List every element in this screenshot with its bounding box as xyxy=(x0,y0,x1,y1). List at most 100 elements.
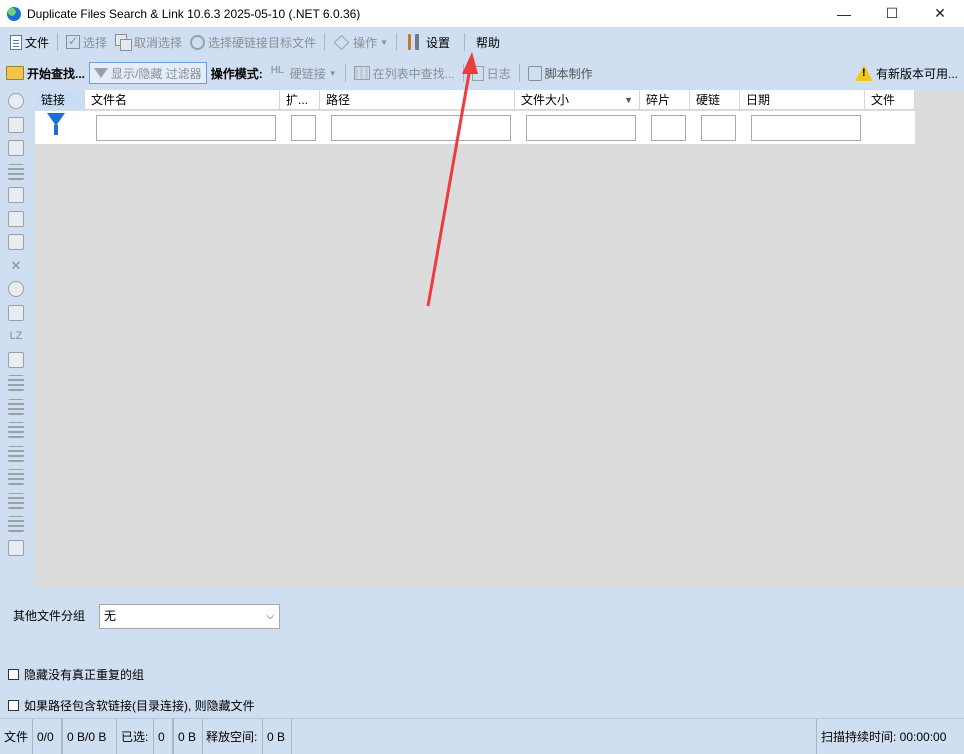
find-in-list-button[interactable]: 在列表中查找... xyxy=(350,61,459,85)
maximize-button[interactable]: ☐ xyxy=(868,0,916,27)
script-icon xyxy=(527,65,542,81)
toolbar-separator xyxy=(344,64,346,82)
sort-desc-icon: ▼ xyxy=(624,95,633,105)
remove-copy-button[interactable] xyxy=(4,137,28,160)
column-header-date[interactable]: 日期 xyxy=(740,90,865,110)
start-search-button[interactable]: 开始查找... xyxy=(2,61,89,85)
column-icon xyxy=(8,469,24,486)
settings-button[interactable]: 设置 xyxy=(401,30,454,54)
select-button[interactable]: 选择 xyxy=(62,30,111,54)
column-header-file[interactable]: 文件 xyxy=(865,90,915,110)
eye-button[interactable] xyxy=(4,90,28,113)
hardlink-mode-dropdown[interactable]: HL 硬链接 ▼ xyxy=(267,61,341,85)
update-available-label: 有新版本可用... xyxy=(875,66,958,81)
path-filter-input[interactable] xyxy=(331,115,511,141)
fragments-filter-input[interactable] xyxy=(651,115,686,141)
toolbar-separator xyxy=(324,33,326,51)
delete-button[interactable]: ✕ xyxy=(4,255,28,278)
toolbar-separator xyxy=(396,33,397,51)
column-icon xyxy=(8,422,24,439)
toggle-filter-button[interactable]: 显示/隐藏 过滤器 xyxy=(89,62,207,84)
operations-dropdown[interactable]: 操作 ▼ xyxy=(329,30,392,54)
copy-dropdown-button[interactable] xyxy=(4,349,28,372)
tools-icon xyxy=(405,33,423,51)
move-button[interactable] xyxy=(4,302,28,325)
help-menu-button[interactable]: 帮助 xyxy=(469,30,504,54)
group-icon xyxy=(8,539,24,556)
column-header-extension[interactable]: 扩... xyxy=(280,90,320,110)
hardlinks-filter-input[interactable] xyxy=(701,115,736,141)
toolbar-separator xyxy=(57,33,59,51)
script-button[interactable]: 脚本制作 xyxy=(524,61,597,85)
hide-softlink-label: 如果路径包含软链接(目录连接), 则隐藏文件 xyxy=(24,699,255,713)
tree-delete-button[interactable] xyxy=(4,231,28,254)
grid-search-icon xyxy=(353,66,370,80)
lz-button[interactable]: LZ xyxy=(4,325,28,348)
add-copy-button[interactable] xyxy=(4,114,28,137)
hide-softlink-option[interactable]: 如果路径包含软链接(目录连接), 则隐藏文件 xyxy=(8,697,255,714)
column-header-hardlinks[interactable]: 硬链 xyxy=(690,90,740,110)
tree-button[interactable] xyxy=(4,184,28,207)
results-grid[interactable]: 链接 文件名 扩... 路径 文件大小 ▼ 碎片 硬链 日期 文件 xyxy=(35,90,964,587)
hide-no-duplicates-option[interactable]: 隐藏没有真正重复的组 xyxy=(8,666,144,683)
column-header-filesize[interactable]: 文件大小 ▼ xyxy=(515,90,640,110)
disc-icon xyxy=(190,34,206,50)
file-menu-button[interactable]: 文件 xyxy=(6,30,53,54)
column-filter-button[interactable] xyxy=(4,396,28,419)
column-header-link[interactable]: 链接 xyxy=(35,90,85,110)
extension-filter-input[interactable] xyxy=(291,115,316,141)
column-header-filename[interactable]: 文件名 xyxy=(85,90,280,110)
hide-no-duplicates-checkbox[interactable] xyxy=(8,669,19,680)
column-button-3[interactable] xyxy=(4,443,28,466)
column-header-fragments[interactable]: 碎片 xyxy=(640,90,690,110)
column-button-4[interactable] xyxy=(4,466,28,489)
recycle-icon xyxy=(8,281,24,298)
group-button[interactable] xyxy=(4,537,28,560)
toolbar-separator xyxy=(464,33,466,51)
update-available-button[interactable]: 有新版本可用... xyxy=(851,61,962,85)
select-hardlink-target-label: 选择硬链接目标文件 xyxy=(208,35,317,50)
diamond-icon xyxy=(333,34,350,50)
log-button[interactable]: 日志 xyxy=(468,61,515,85)
toolbar-separator xyxy=(462,64,464,82)
recycle-button[interactable] xyxy=(4,278,28,301)
hardlink-icon: HL xyxy=(270,65,285,76)
binary-icon xyxy=(8,163,24,180)
deselect-label: 取消选择 xyxy=(134,35,183,50)
hide-softlink-checkbox[interactable] xyxy=(8,700,19,711)
select-hardlink-target-button[interactable]: 选择硬链接目标文件 xyxy=(186,30,320,54)
status-selected-label: 已选: xyxy=(121,730,149,744)
window-title: Duplicate Files Search & Link 10.6.3 202… xyxy=(27,6,361,21)
date-filter-input[interactable] xyxy=(751,115,861,141)
group-select[interactable]: 无 ⌵ xyxy=(99,604,280,629)
tree-delete-icon xyxy=(8,234,24,251)
app-logo-icon xyxy=(7,6,21,21)
status-bar: 文件 0/0 0 B/0 B 已选: 0 0 B 释放空间: 0 B 扫描持续时… xyxy=(0,718,964,754)
status-file-count: 0/0 xyxy=(32,719,62,754)
column-button-2[interactable] xyxy=(4,419,28,442)
script-label: 脚本制作 xyxy=(544,66,593,81)
help-label: 帮助 xyxy=(476,35,501,50)
copy-icon xyxy=(8,351,24,368)
chevron-down-icon: ⌵ xyxy=(266,611,274,622)
filter-row xyxy=(35,111,915,144)
status-file-size: 0 B/0 B xyxy=(62,719,117,754)
deselect-button[interactable]: 取消选择 xyxy=(111,30,186,54)
main-toolbar: 文件 选择 取消选择 选择硬链接目标文件 操作 ▼ 设置 帮助 xyxy=(0,28,964,56)
column-button-6[interactable] xyxy=(4,513,28,536)
column-button-5[interactable] xyxy=(4,490,28,513)
binary-button[interactable] xyxy=(4,161,28,184)
tree-select-icon xyxy=(8,210,24,227)
close-button[interactable]: ✕ xyxy=(916,0,964,27)
column-filter-icon xyxy=(8,398,24,415)
filesize-filter-input[interactable] xyxy=(526,115,636,141)
column-icon xyxy=(8,445,24,462)
column-button-1[interactable] xyxy=(4,372,28,395)
column-header-path[interactable]: 路径 xyxy=(320,90,515,110)
group-label: 其他文件分组 xyxy=(13,609,86,623)
minimize-button[interactable]: — xyxy=(820,0,868,27)
tree-select-button[interactable] xyxy=(4,208,28,231)
log-label: 日志 xyxy=(486,66,511,81)
filename-filter-input[interactable] xyxy=(96,115,276,141)
filter-funnel-icon[interactable] xyxy=(47,113,65,137)
